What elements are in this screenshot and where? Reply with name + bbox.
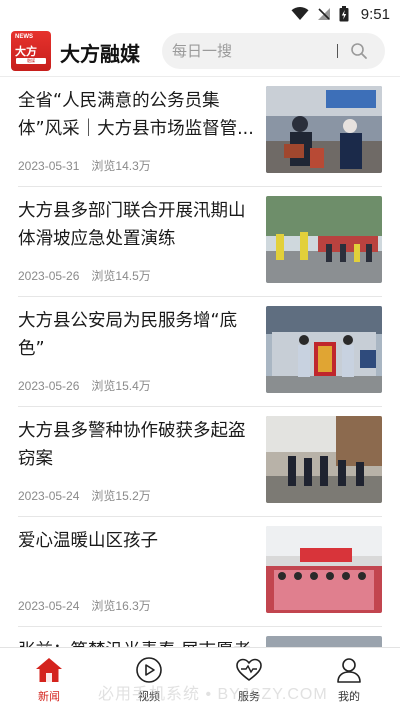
bottom-navigation: 新闻 视频 服务 我的 xyxy=(0,647,400,711)
nav-profile[interactable]: 我的 xyxy=(319,656,379,704)
news-thumbnail[interactable] xyxy=(266,196,382,283)
news-thumbnail[interactable] xyxy=(266,86,382,173)
nav-service-label: 服务 xyxy=(238,690,260,703)
user-icon xyxy=(337,658,361,683)
wifi-icon xyxy=(291,7,309,20)
no-signal-icon xyxy=(317,8,330,20)
news-item[interactable]: 大方县公安局为民服务增“底色” 2023-05-26 浏览15.4万 xyxy=(0,297,400,407)
news-thumbnail[interactable] xyxy=(266,636,382,647)
status-bar: 9:51 xyxy=(0,0,400,28)
news-thumbnail[interactable] xyxy=(266,526,382,613)
app-logo: NEWS 大方 融媒 xyxy=(11,31,51,71)
nav-news-label: 新闻 xyxy=(38,690,60,703)
news-item[interactable]: 全省“人民满意的公务员集体”风采｜大方县市场监督管... 2023-05-31 浏… xyxy=(0,77,400,187)
news-views: 浏览15.4万 xyxy=(91,379,151,393)
app-title: 大方融媒 xyxy=(60,42,140,66)
nav-news[interactable]: 新闻 xyxy=(19,656,79,704)
news-date: 2023-05-24 xyxy=(18,599,80,613)
news-views: 浏览14.5万 xyxy=(91,269,151,283)
news-thumbnail[interactable] xyxy=(266,416,382,503)
news-title[interactable]: 张益：笃梦汎光青春 展志愿者 xyxy=(18,637,256,647)
news-views: 浏览16.3万 xyxy=(91,599,151,613)
news-title[interactable]: 爱心温暖山区孩子 xyxy=(18,527,256,555)
news-item[interactable]: 爱心温暖山区孩子 2023-05-24 浏览16.3万 xyxy=(0,517,400,627)
news-date: 2023-05-31 xyxy=(18,159,80,173)
news-list[interactable]: 全省“人民满意的公务员集体”风采｜大方县市场监督管... 2023-05-31 浏… xyxy=(0,77,400,647)
logo-main-text: 大方 xyxy=(15,45,37,58)
search-bar[interactable] xyxy=(162,33,385,69)
news-meta: 2023-05-26 浏览14.5万 xyxy=(18,267,151,284)
news-date: 2023-05-24 xyxy=(18,489,80,503)
nav-video-label: 视频 xyxy=(138,690,160,703)
logo-strip: 融媒 xyxy=(16,58,46,64)
news-views: 浏览15.2万 xyxy=(91,489,151,503)
app-header: NEWS 大方 融媒 大方融媒 xyxy=(0,28,400,76)
news-title[interactable]: 大方县多部门联合开展汛期山体滑坡应急处置演练 xyxy=(18,197,256,253)
nav-video[interactable]: 视频 xyxy=(119,656,179,704)
news-meta: 2023-05-26 浏览15.4万 xyxy=(18,377,151,394)
logo-strip-text: 融媒 xyxy=(27,58,35,63)
news-meta: 2023-05-31 浏览14.3万 xyxy=(18,157,151,174)
nav-service[interactable]: 服务 xyxy=(219,656,279,704)
news-thumbnail[interactable] xyxy=(266,306,382,393)
news-meta: 2023-05-24 浏览15.2万 xyxy=(18,487,151,504)
news-date: 2023-05-26 xyxy=(18,269,80,283)
search-divider xyxy=(337,44,338,58)
news-title[interactable]: 大方县多警种协作破获多起盗窃案 xyxy=(18,417,256,473)
news-views: 浏览14.3万 xyxy=(91,159,151,173)
news-title[interactable]: 全省“人民满意的公务员集体”风采｜大方县市场监督管... xyxy=(18,87,256,143)
news-item[interactable]: 大方县多警种协作破获多起盗窃案 2023-05-24 浏览15.2万 xyxy=(0,407,400,517)
news-meta: 2023-05-24 浏览16.3万 xyxy=(18,597,151,614)
news-date: 2023-05-26 xyxy=(18,379,80,393)
clock-time: 9:51 xyxy=(360,5,390,23)
search-input[interactable] xyxy=(172,39,332,63)
nav-profile-label: 我的 xyxy=(338,690,360,703)
news-title[interactable]: 大方县公安局为民服务增“底色” xyxy=(18,307,256,363)
news-item[interactable]: 张益：笃梦汎光青春 展志愿者 xyxy=(0,627,400,647)
home-icon xyxy=(36,658,62,682)
news-item[interactable]: 大方县多部门联合开展汛期山体滑坡应急处置演练 2023-05-26 浏览14.5万 xyxy=(0,187,400,297)
logo-news-text: NEWS xyxy=(15,34,33,40)
battery-charging-icon xyxy=(339,6,349,22)
play-icon xyxy=(136,657,162,683)
search-icon[interactable] xyxy=(350,42,368,60)
heart-icon xyxy=(236,658,262,681)
